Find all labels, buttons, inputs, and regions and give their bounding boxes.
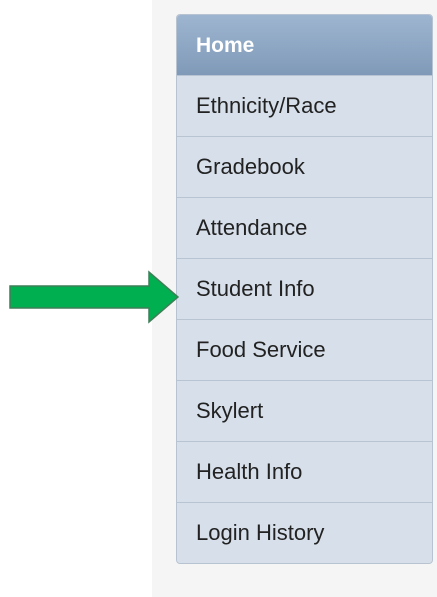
sidebar-item-ethnicity-race[interactable]: Ethnicity/Race bbox=[177, 75, 432, 136]
sidebar-item-attendance[interactable]: Attendance bbox=[177, 197, 432, 258]
sidebar-item-label: Gradebook bbox=[196, 154, 305, 179]
sidebar-item-food-service[interactable]: Food Service bbox=[177, 319, 432, 380]
sidebar-item-home[interactable]: Home bbox=[177, 15, 432, 75]
sidebar-item-label: Food Service bbox=[196, 337, 326, 362]
arrow-shape bbox=[9, 270, 179, 324]
sidebar-item-label: Health Info bbox=[196, 459, 303, 484]
sidebar-item-health-info[interactable]: Health Info bbox=[177, 441, 432, 502]
sidebar-item-label: Login History bbox=[196, 520, 325, 545]
sidebar-menu: Home Ethnicity/Race Gradebook Attendance… bbox=[176, 14, 433, 564]
sidebar-item-label: Ethnicity/Race bbox=[196, 93, 337, 118]
sidebar-item-student-info[interactable]: Student Info bbox=[177, 258, 432, 319]
arrow-right-icon bbox=[9, 270, 179, 324]
sidebar-item-gradebook[interactable]: Gradebook bbox=[177, 136, 432, 197]
sidebar-item-login-history[interactable]: Login History bbox=[177, 502, 432, 563]
sidebar-item-label: Attendance bbox=[196, 215, 308, 240]
sidebar-item-label: Skylert bbox=[196, 398, 264, 423]
sidebar-item-label: Home bbox=[196, 33, 255, 57]
sidebar-item-label: Student Info bbox=[196, 276, 315, 301]
screenshot-stage: Home Ethnicity/Race Gradebook Attendance… bbox=[0, 0, 437, 597]
sidebar-item-skylert[interactable]: Skylert bbox=[177, 380, 432, 441]
